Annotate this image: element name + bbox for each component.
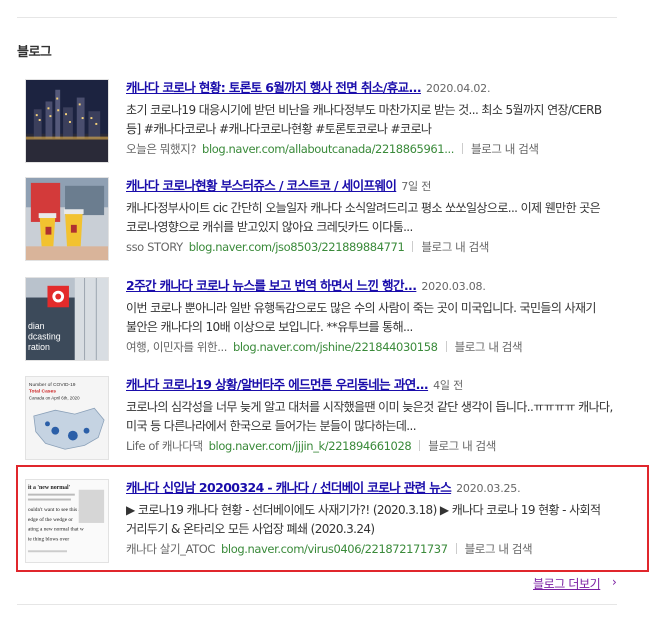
bottom-divider [17,604,617,605]
result-title-link[interactable]: 캐나다 코로나19 상황/알버타주 에드먼튼 우리동네는 과연... [126,377,429,392]
top-divider [17,17,617,18]
result-title-link[interactable]: 캐나다 코로나현황 부스터쥬스 / 코스트코 / 세이프웨이 [126,178,397,193]
blog-result-item: 캐나다 코로나 현황: 토론토 6월까지 행사 전면 취소/휴교... 2020.… [25,79,625,171]
result-description: 초기 코로나19 대응시기에 받던 비난을 캐나다정부도 마찬가지로 받는 것.… [126,103,602,136]
blog-search-link[interactable]: 블로그 내 검색 [421,240,489,254]
meta-separator [412,241,414,252]
result-date: 7일 전 [401,180,432,193]
meta-separator [462,143,463,154]
blog-more-link[interactable]: 블로그 더보기 [533,575,601,592]
thumb-text: ration [28,342,50,352]
result-thumbnail[interactable]: Number of COVID-19 Total Cases Canada on… [25,376,109,460]
result-date: 2020.04.02. [425,82,491,95]
result-author[interactable]: 여행, 이민자를 위한... [126,340,227,354]
result-thumbnail[interactable] [25,177,109,261]
result-url[interactable]: blog.naver.com/jjjin_k/221894661028 [209,439,412,453]
meta-separator [445,341,447,352]
blog-search-link[interactable]: 블로그 내 검색 [471,142,539,156]
blog-result-item: 캐나다 코로나현황 부스터쥬스 / 코스트코 / 세이프웨이 7일 전 캐나다정부… [25,177,625,269]
thumb-text: Number of COVID-19 [29,382,76,388]
result-thumbnail[interactable] [25,79,109,163]
result-url[interactable]: blog.naver.com/allaboutcanada/2218865961… [202,142,454,156]
result-description: 이번 코로나 뿐아니라 일반 유행독감으로도 많은 수의 사람이 죽는 곳이 미… [126,301,596,334]
result-url[interactable]: blog.naver.com/jshine/221844030158 [233,340,438,354]
thumb-text: Total Cases [29,389,56,395]
drink-cups-image [26,178,108,260]
result-url[interactable]: blog.naver.com/jso8503/221889884771 [189,240,405,254]
blog-result-item: dian dcasting ration 2주간 캐나다 코로나 뉴스를 보고 … [25,277,625,369]
chevron-right-icon[interactable]: › [612,575,617,589]
blog-search-link[interactable]: 블로그 내 검색 [428,439,496,453]
result-author[interactable]: Life of 캐나다댁 [126,439,203,453]
meta-separator [419,440,421,451]
blog-search-link[interactable]: 블로그 내 검색 [455,340,523,354]
result-date: 4일 전 [433,379,464,392]
blog-result-item: Number of COVID-19 Total Cases Canada on… [25,376,625,468]
result-description: 캐나다정부사이트 cic 간단히 오늘일자 캐나다 소식알려드리고 평소 쏘쏘일… [126,201,601,234]
city-night-image [26,80,108,162]
covid-map-image: Number of COVID-19 Total Cases Canada on… [26,377,108,459]
result-title-link[interactable]: 캐나다 코로나 현황: 토론토 6월까지 행사 전면 취소/휴교... [126,80,422,95]
result-thumbnail[interactable]: dian dcasting ration [25,277,109,361]
result-author[interactable]: 오늘은 뭐했지? [126,142,196,156]
result-date: 2020.03.08. [421,280,486,293]
result-description: 코로나의 심각성을 너무 늦게 알고 대처를 시작했을땐 이미 늦은것 같단 생… [126,400,613,433]
section-title: 블로그 [17,45,52,60]
result-author[interactable]: sso STORY [126,240,183,254]
thumb-text: dcasting [28,332,61,342]
thumb-text: dian [28,321,45,331]
cbc-building-image: dian dcasting ration [26,278,108,360]
highlight-box [16,465,649,572]
thumb-text: Canada on April 6th, 2020 [29,395,80,400]
result-title-link[interactable]: 2주간 캐나다 코로나 뉴스를 보고 번역 하면서 느낀 행간... [126,278,417,293]
